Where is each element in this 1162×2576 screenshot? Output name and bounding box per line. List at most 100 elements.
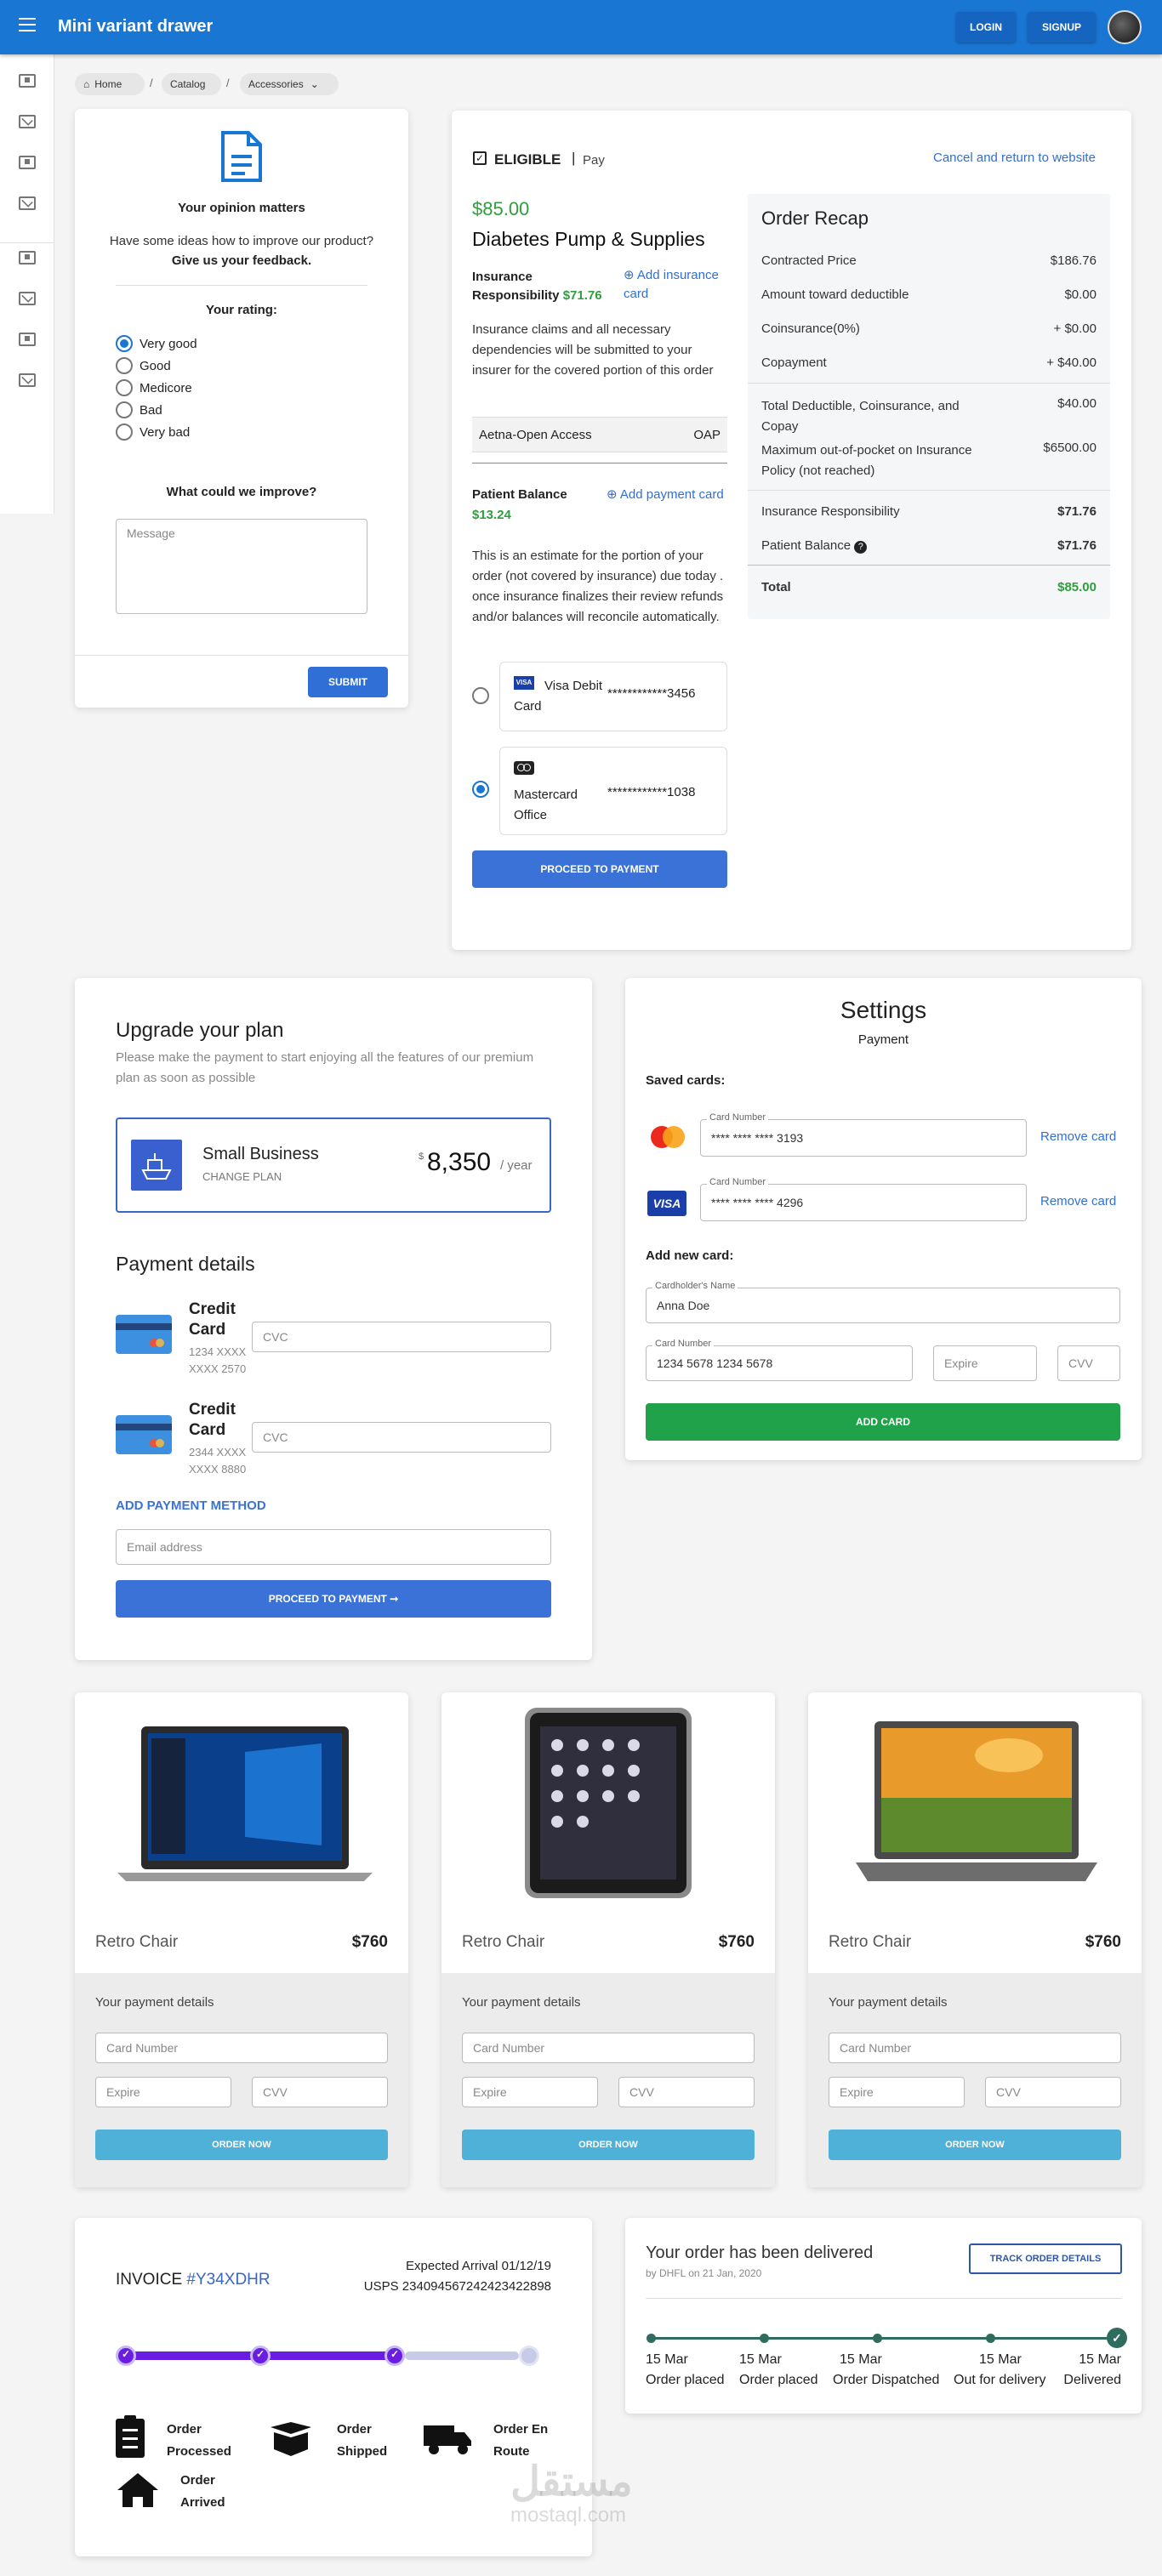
- rating-medicore-radio[interactable]: [116, 379, 133, 396]
- cvv-input[interactable]: CVV: [1057, 1345, 1120, 1381]
- settings-title: Settings: [840, 997, 927, 1023]
- rating-bad-radio[interactable]: [116, 401, 133, 418]
- cvv-input[interactable]: CVV: [252, 2077, 388, 2107]
- mail-icon[interactable]: [19, 115, 36, 128]
- order-now-button[interactable]: ORDER NOW: [829, 2130, 1121, 2160]
- recap-label: Insurance Responsibility: [761, 504, 900, 519]
- recap-value: $186.76: [1050, 253, 1096, 268]
- add-payment-method-link[interactable]: ADD PAYMENT METHOD: [116, 1498, 266, 1513]
- remove-card-link[interactable]: Remove card: [1040, 1194, 1116, 1208]
- step-complete-icon: [384, 2346, 405, 2366]
- mail-icon[interactable]: [19, 292, 36, 305]
- plan-selector[interactable]: Small Business CHANGE PLAN $ 8,350 / yea…: [116, 1117, 551, 1213]
- drawer-divider: [0, 242, 54, 243]
- breadcrumb-catalog[interactable]: Catalog: [162, 73, 221, 95]
- expire-input[interactable]: Expire: [95, 2077, 231, 2107]
- cvv-input[interactable]: CVV: [618, 2077, 755, 2107]
- login-button[interactable]: LOGIN: [956, 12, 1016, 43]
- payment-card-radio[interactable]: [472, 781, 489, 798]
- menu-icon[interactable]: [19, 18, 36, 37]
- step-complete-icon: [116, 2346, 136, 2366]
- inbox-icon[interactable]: [19, 156, 36, 169]
- breadcrumb-accessories[interactable]: Accessories ⌄: [240, 73, 339, 95]
- rating-option: Very bad: [140, 425, 191, 440]
- cvc-input[interactable]: CVC: [252, 1322, 551, 1352]
- upgrade-subtitle: Please make the payment to start enjoyin…: [116, 1050, 534, 1085]
- payment-details-label: Your payment details: [462, 1995, 581, 2010]
- product-card: Retro Chair $760 Your payment details Ca…: [808, 1692, 1142, 2187]
- laptop-image: [117, 1726, 373, 1881]
- expire-input[interactable]: Expire: [462, 2077, 598, 2107]
- cvc-input[interactable]: CVC: [252, 1422, 551, 1453]
- feedback-question: Have some ideas how to improve our produ…: [109, 234, 374, 248]
- new-card-number-input[interactable]: 1234 5678 1234 5678: [646, 1345, 913, 1381]
- card-number-input[interactable]: Card Number: [829, 2033, 1121, 2063]
- rating-good-radio[interactable]: [116, 357, 133, 374]
- rating-very-good-radio[interactable]: [116, 335, 133, 352]
- expire-input[interactable]: Expire: [933, 1345, 1037, 1381]
- feedback-cta: Give us your feedback.: [171, 253, 312, 268]
- product-name: Retro Chair: [462, 1933, 545, 1951]
- change-plan-link[interactable]: CHANGE PLAN: [202, 1170, 282, 1183]
- currency: $: [419, 1152, 424, 1162]
- card-number-input[interactable]: Card Number: [462, 2033, 755, 2063]
- mail-icon[interactable]: [19, 373, 36, 387]
- saved-card-number[interactable]: **** **** **** 3193: [700, 1119, 1027, 1157]
- recap-value: $71.76: [1057, 538, 1096, 553]
- recap-label: Coinsurance(0%): [761, 321, 860, 336]
- recap-label: Maximum out-of-pocket on Insurance Polic…: [761, 443, 972, 478]
- inbox-icon[interactable]: [19, 74, 36, 88]
- mastercard-icon: [647, 1124, 688, 1150]
- cardholder-input[interactable]: Anna Doe: [646, 1288, 1120, 1323]
- plan-price: 8,350: [427, 1148, 492, 1176]
- cancel-link[interactable]: Cancel and return to website: [933, 151, 1096, 165]
- breadcrumb-home[interactable]: ⌂ Home: [75, 73, 145, 95]
- message-textarea[interactable]: Message: [116, 519, 367, 614]
- payment-card[interactable]: Mastercard Office ************1038: [499, 747, 727, 835]
- remove-card-link[interactable]: Remove card: [1040, 1129, 1116, 1144]
- rating-very-bad-radio[interactable]: [116, 424, 133, 441]
- step-date: 15 Mar: [646, 2352, 688, 2367]
- ins-resp-label: Insurance Responsibility $71.76: [472, 270, 602, 303]
- app-title: Mini variant drawer: [58, 17, 214, 36]
- payment-card[interactable]: VISA Visa Debit Card ************3456: [499, 662, 727, 731]
- card-number: 2344 XXXX XXXX 8880: [189, 1446, 247, 1476]
- payment-section: Your payment details Card Number Expire …: [808, 1973, 1142, 2187]
- saved-card-number[interactable]: **** **** **** 4296: [700, 1184, 1027, 1221]
- improve-label: What could we improve?: [166, 485, 317, 499]
- recap-total-label: Total: [761, 580, 791, 594]
- add-card-button[interactable]: ADD CARD: [646, 1403, 1120, 1441]
- product-price: $760: [1085, 1933, 1121, 1951]
- step-dot: [760, 2334, 769, 2343]
- product-card: Retro Chair $760 Your payment details Ca…: [75, 1692, 408, 2187]
- help-icon[interactable]: ?: [854, 541, 868, 554]
- plan-name: Small Business: [202, 1145, 319, 1163]
- ship-icon: [131, 1140, 182, 1191]
- card-number-input[interactable]: Card Number: [95, 2033, 388, 2063]
- order-now-button[interactable]: ORDER NOW: [462, 2130, 755, 2160]
- inbox-icon[interactable]: [19, 333, 36, 346]
- signup-button[interactable]: SIGNUP: [1028, 12, 1096, 43]
- step-label: Out for delivery: [954, 2373, 1046, 2387]
- recap-value: $71.76: [1057, 504, 1096, 519]
- payment-details-label: Your payment details: [95, 1995, 214, 2010]
- order-now-button[interactable]: ORDER NOW: [95, 2130, 388, 2160]
- payment-card-radio[interactable]: [472, 687, 489, 704]
- step-date: 15 Mar: [979, 2352, 1022, 2367]
- rating-label: Your rating:: [206, 303, 277, 317]
- expire-input[interactable]: Expire: [829, 2077, 965, 2107]
- track-order-button[interactable]: TRACK ORDER DETAILS: [969, 2243, 1122, 2274]
- add-insurance-link[interactable]: ⊕ Add insurance card: [624, 266, 726, 304]
- inbox-icon[interactable]: [19, 251, 36, 264]
- plus-circle-icon: ⊕: [607, 487, 620, 502]
- step-label: Order placed: [646, 2373, 725, 2387]
- recap-label: Contracted Price: [761, 253, 857, 268]
- email-input[interactable]: Email address: [116, 1529, 551, 1565]
- add-payment-link[interactable]: ⊕ Add payment card: [607, 485, 734, 505]
- submit-button[interactable]: SUBMIT: [308, 667, 388, 697]
- proceed-payment-button[interactable]: PROCEED TO PAYMENT: [472, 850, 727, 888]
- mail-icon[interactable]: [19, 196, 36, 210]
- proceed-payment-button[interactable]: PROCEED TO PAYMENT ➞: [116, 1580, 551, 1618]
- avatar[interactable]: [1108, 10, 1142, 44]
- cvv-input[interactable]: CVV: [985, 2077, 1121, 2107]
